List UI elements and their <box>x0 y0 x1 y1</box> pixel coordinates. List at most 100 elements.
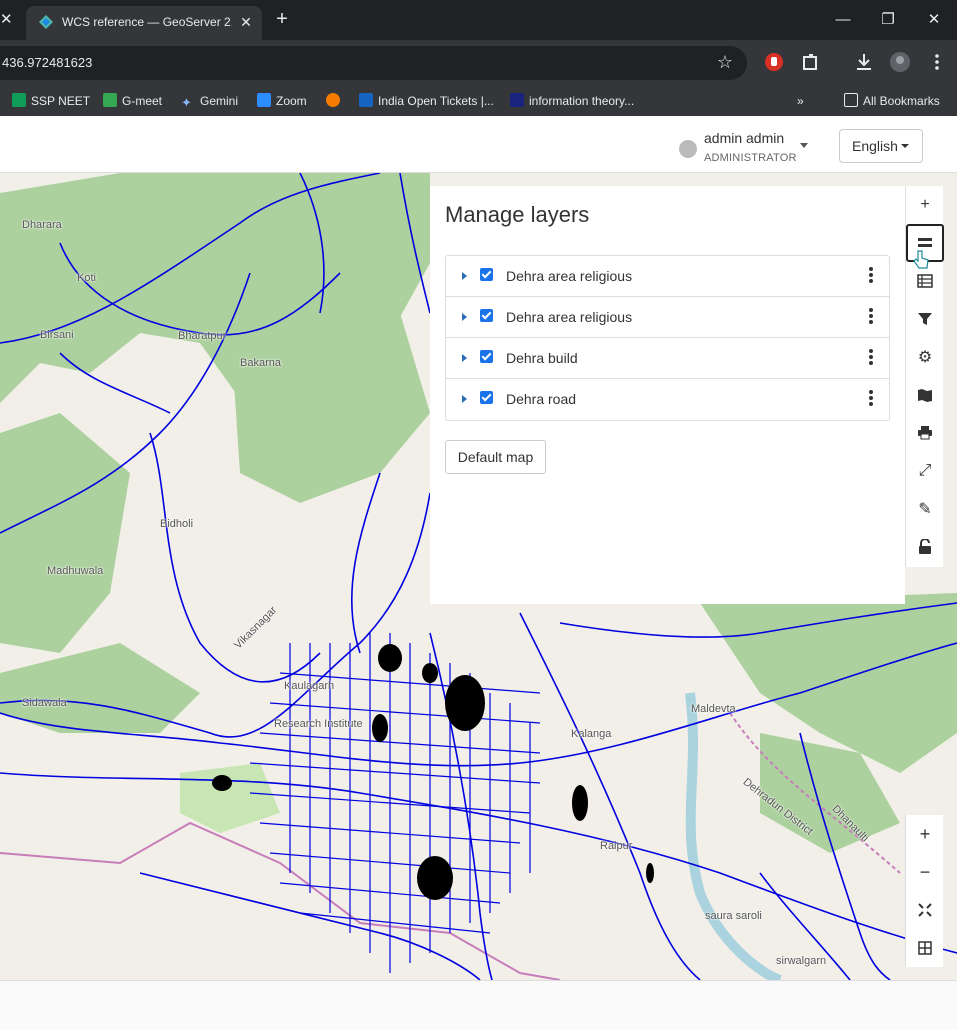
place-label: Bidholi <box>160 518 194 530</box>
forest-area <box>0 643 200 733</box>
browser-tab-active[interactable]: WCS reference — GeoServer 2.2 ✕ <box>26 6 262 40</box>
meet-icon <box>103 93 117 107</box>
expand-arrow-icon[interactable] <box>462 313 467 321</box>
bookmark-information-theory[interactable]: information theory... <box>510 92 634 110</box>
hand-cursor-icon <box>913 250 929 269</box>
compress-icon <box>918 903 932 917</box>
geoserver-favicon-icon <box>39 15 53 29</box>
layer-name: Dehra build <box>506 350 578 366</box>
settings-button[interactable]: ⚙ <box>906 338 944 376</box>
extension-stop-icon[interactable] <box>763 51 785 73</box>
place-label: Kaulagarh <box>284 680 335 692</box>
place-label: Birsani <box>40 329 74 341</box>
place-label: Madhuwala <box>47 565 104 577</box>
expand-arrow-icon[interactable] <box>462 272 467 280</box>
place-label: Kalanga <box>571 728 612 740</box>
bookmark-ssp-neet[interactable]: SSP NEET <box>12 92 90 110</box>
browser-menu-icon[interactable] <box>926 51 948 73</box>
layer-row: Dehra area religious <box>446 256 889 297</box>
forest-area <box>230 293 430 503</box>
place-label: Research Institute <box>274 718 363 730</box>
basemap-button[interactable] <box>906 376 944 414</box>
layer-menu-icon[interactable] <box>866 389 876 409</box>
layer-name: Dehra road <box>506 391 577 407</box>
user-role: ADMINISTRATOR <box>704 152 797 164</box>
language-dropdown[interactable]: English <box>839 129 923 163</box>
bookmark-gemini[interactable]: ✦ Gemini <box>181 92 238 110</box>
filter-button[interactable] <box>906 300 944 338</box>
draw-button[interactable]: ✎ <box>906 490 944 528</box>
gemini-icon: ✦ <box>181 95 192 110</box>
grid-icon <box>918 941 932 955</box>
pencil-icon: ✎ <box>918 501 932 518</box>
minus-icon: − <box>919 861 931 882</box>
table-icon <box>917 274 933 288</box>
tab-close-icon[interactable]: ✕ <box>238 12 254 32</box>
zoom-in-button[interactable]: + <box>906 815 944 853</box>
zoom-controls: + − <box>905 815 943 967</box>
expand-arrow-icon[interactable] <box>462 354 467 362</box>
new-tab-button[interactable]: + <box>272 8 292 32</box>
bookmark-fire[interactable] <box>326 92 345 110</box>
layers-stack-icon <box>918 238 932 247</box>
layer-visibility-checkbox[interactable] <box>480 309 493 322</box>
close-tab-icon[interactable]: ✕ <box>0 10 16 30</box>
add-layer-button[interactable]: + <box>906 186 944 224</box>
layer-visibility-checkbox[interactable] <box>480 391 493 404</box>
bookmark-india-open-tickets[interactable]: India Open Tickets |... <box>359 92 494 110</box>
place-label: Dharara <box>22 219 62 231</box>
print-icon <box>918 426 932 440</box>
place-label: Koti <box>77 272 96 284</box>
app-header <box>0 116 957 173</box>
restore-icon[interactable]: ❐ <box>876 8 900 32</box>
panel-title: Manage layers <box>445 202 590 227</box>
k-logo-icon <box>359 93 373 107</box>
address-bar[interactable]: 436.972481623 ☆ <box>0 46 747 80</box>
bookmark-g-meet[interactable]: G-meet <box>103 92 162 110</box>
minimize-icon[interactable]: — <box>831 8 855 32</box>
layer-name: Dehra area religious <box>506 309 633 325</box>
fullscreen-button[interactable]: ⤢ <box>906 452 944 490</box>
zoom-extent-button[interactable] <box>906 891 944 929</box>
sheets-icon <box>12 93 26 107</box>
manage-layers-panel: Manage layers Dehra area religious Dehra… <box>430 186 905 604</box>
caret-down-icon <box>901 144 909 148</box>
bookmark-zoom[interactable]: Zoom <box>257 92 307 110</box>
layer-menu-icon[interactable] <box>866 348 876 368</box>
filter-icon <box>918 313 932 325</box>
zoom-icon <box>257 93 271 107</box>
grid-button[interactable] <box>906 929 944 967</box>
layer-row: Dehra area religious <box>446 297 889 338</box>
fire-icon <box>326 93 340 107</box>
place-label: Bharatpur <box>178 330 227 342</box>
park-area <box>180 763 280 833</box>
zoom-out-button[interactable]: − <box>906 853 944 891</box>
profile-avatar-icon[interactable] <box>889 51 911 73</box>
district-boundary <box>0 821 561 980</box>
print-button[interactable] <box>906 414 944 452</box>
layer-visibility-checkbox[interactable] <box>480 350 493 363</box>
user-name[interactable]: admin admin <box>704 130 784 146</box>
unlock-icon <box>919 539 931 554</box>
bookmarks-overflow-icon[interactable]: » <box>797 92 804 110</box>
expand-arrow-icon[interactable] <box>462 395 467 403</box>
forest-area <box>0 413 130 653</box>
user-avatar-icon[interactable] <box>679 140 697 158</box>
layer-row: Dehra build <box>446 338 889 379</box>
extensions-puzzle-icon[interactable] <box>800 51 822 73</box>
place-label: saura saroli <box>705 910 762 922</box>
place-label: Maldevta <box>691 703 736 715</box>
lock-button[interactable] <box>906 528 944 566</box>
default-map-button[interactable]: Default map <box>445 440 546 474</box>
layer-name: Dehra area religious <box>506 268 633 284</box>
window-close-icon[interactable]: ✕ <box>922 8 946 32</box>
layer-visibility-checkbox[interactable] <box>480 268 493 281</box>
all-bookmarks[interactable]: All Bookmarks <box>844 92 940 110</box>
layer-menu-icon[interactable] <box>866 307 876 327</box>
coursera-icon <box>510 93 524 107</box>
download-icon[interactable] <box>853 51 875 73</box>
user-menu-caret-icon[interactable] <box>800 143 808 148</box>
map-tools-toolbar: + ⚙ ⤢ ✎ <box>905 186 944 567</box>
layer-menu-icon[interactable] <box>866 266 876 286</box>
bookmark-star-icon[interactable]: ☆ <box>715 52 735 72</box>
